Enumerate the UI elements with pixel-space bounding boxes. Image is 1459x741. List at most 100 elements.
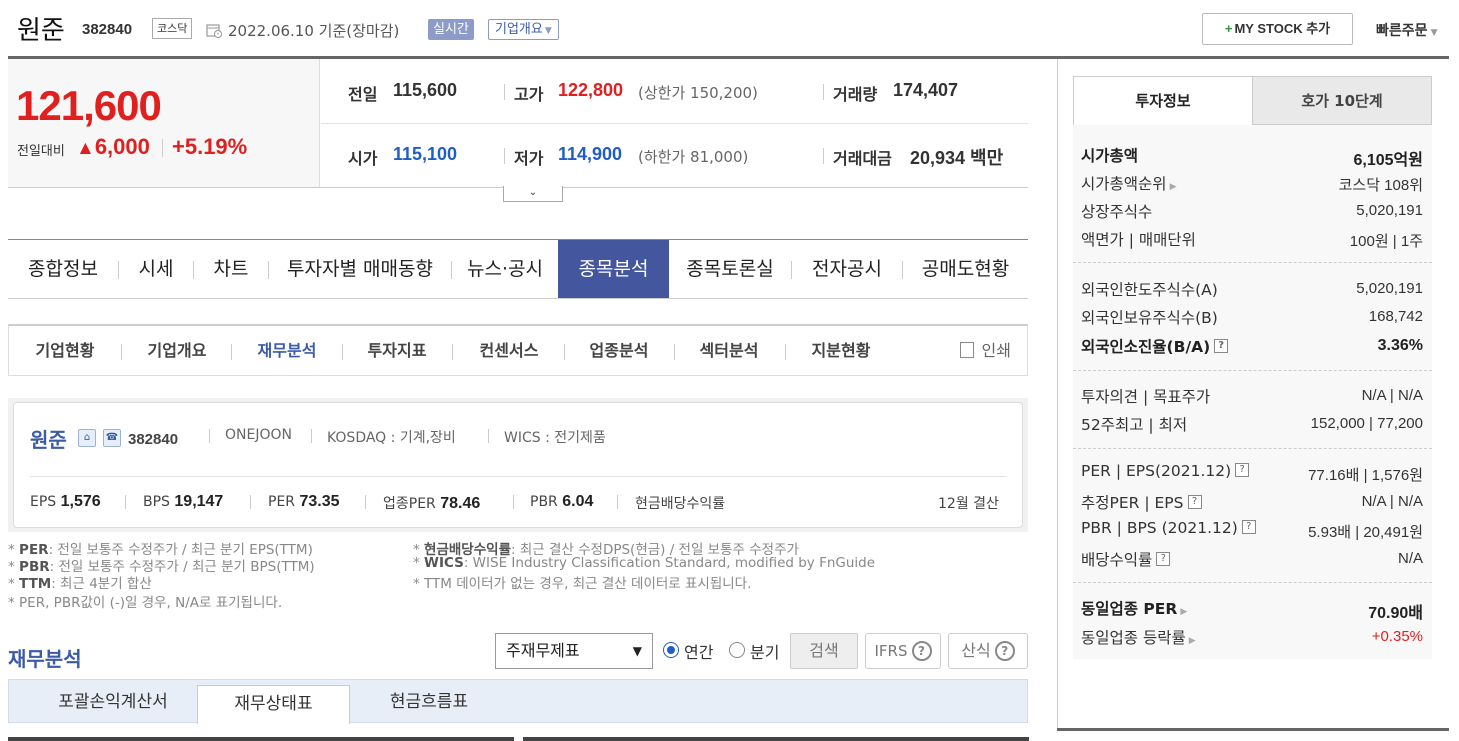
formula-help-button[interactable]: 산식?	[948, 633, 1028, 669]
note-text: : WISE Industry Classification Standard,…	[463, 555, 876, 571]
subtab-company-overview[interactable]: 기업개요	[129, 326, 225, 376]
change-rate: +5.19%	[172, 134, 248, 159]
tab-cash-flow[interactable]: 현금흐름표	[350, 680, 508, 722]
realtime-button[interactable]: 실시간	[428, 19, 474, 40]
divider	[617, 495, 618, 509]
divider	[823, 84, 824, 100]
divider	[1073, 582, 1432, 583]
upper-limit: (상한가 150,200)	[638, 84, 758, 102]
open-label: 시가	[348, 149, 378, 168]
change-value: 6,000	[94, 134, 150, 159]
info-key: 외국인보유주식수(B)	[1081, 309, 1218, 327]
company-code: 382840	[128, 431, 179, 448]
info-key: 액면가 | 매매단위	[1081, 231, 1196, 249]
subtab-shareholding[interactable]: 지분현황	[793, 326, 889, 376]
pbr-value: 6.04	[562, 493, 594, 510]
help-icon[interactable]: ?	[1214, 338, 1229, 353]
info-value: N/A | N/A	[1361, 387, 1423, 404]
subtab-investment-index[interactable]: 투자지표	[349, 326, 445, 376]
subtab-financial-analysis[interactable]: 재무분석	[239, 326, 335, 376]
divider	[1073, 262, 1432, 263]
stat-eps: EPS 1,576	[30, 493, 101, 511]
divider	[785, 344, 786, 360]
per-label: PER	[268, 494, 296, 510]
print-button[interactable]: 인쇄	[959, 326, 1011, 376]
company-industry: KOSDAQ : 기계,장비	[327, 430, 456, 446]
tab-investor-trades[interactable]: 투자자별 매매동향	[269, 240, 451, 298]
stat-dividend-yield: 현금배당수익률	[635, 496, 726, 512]
industry-per-label: 업종PER	[383, 496, 436, 512]
tab-order-book[interactable]: 호가 10단계	[1252, 76, 1432, 125]
tab-quotes[interactable]: 시세	[119, 240, 193, 298]
tab-disclosure[interactable]: 전자공시	[792, 240, 902, 298]
info-opinion-target: 투자의견 | 목표주가 N/A | N/A	[1081, 385, 1423, 411]
change-label: 전일대비	[17, 144, 65, 159]
tab-short-selling[interactable]: 공매도현황	[903, 240, 1028, 298]
info-industry-change[interactable]: 동일업종 등락률 ▶ +0.35%	[1081, 626, 1423, 652]
help-icon[interactable]: ?	[1235, 462, 1250, 477]
divider	[504, 148, 505, 164]
info-key: 동일업종 등락률	[1081, 629, 1186, 647]
note-text: : 최근 4분기 합산	[51, 576, 152, 592]
triangle-right-icon: ▶	[1169, 182, 1177, 192]
help-icon[interactable]: ?	[1241, 519, 1256, 534]
info-value: N/A	[1397, 550, 1423, 567]
radio-quarterly[interactable]	[729, 642, 745, 658]
high-value: 122,800	[558, 80, 624, 100]
phone-icon[interactable]: ☎	[103, 429, 121, 447]
tab-stock-analysis[interactable]: 종목분석	[558, 240, 669, 298]
info-key: 외국인한도주식수(A)	[1081, 281, 1218, 299]
quick-order-label: 빠른주문	[1376, 23, 1428, 39]
tab-balance-sheet[interactable]: 재무상태표	[197, 685, 350, 724]
ifrs-help-button[interactable]: IFRS?	[865, 633, 941, 669]
tab-overall-info[interactable]: 종합정보	[8, 240, 118, 298]
volume-label: 거래량	[833, 85, 878, 104]
up-arrow-icon: ▲	[76, 138, 95, 159]
info-value: 152,000 | 77,200	[1310, 415, 1423, 432]
triangle-right-icon: ▶	[1188, 636, 1196, 646]
home-icon[interactable]: ⌂	[78, 429, 96, 447]
info-value: N/A | N/A	[1361, 493, 1423, 510]
expand-chevron-icon[interactable]: ⌄	[503, 186, 563, 202]
add-mystock-button[interactable]: + MY STOCK 추가	[1202, 13, 1353, 45]
tab-chart[interactable]: 차트	[194, 240, 268, 298]
info-value: 70.90배	[1368, 605, 1423, 622]
ifrs-label: IFRS	[874, 642, 908, 660]
chevron-down-icon: ▼	[1427, 28, 1438, 38]
help-icon[interactable]: ?	[1156, 551, 1171, 566]
info-industry-per[interactable]: 동일업종 PER ▶ 70.90배	[1081, 597, 1423, 623]
subtab-industry-analysis[interactable]: 업종분석	[571, 326, 667, 376]
prev-close-label: 전일	[348, 85, 378, 104]
tab-income-statement[interactable]: 포괄손익계산서	[29, 680, 197, 722]
note-key: WICS	[424, 555, 464, 571]
info-key: 시가총액순위	[1081, 175, 1167, 193]
subtab-company-status[interactable]: 기업현황	[17, 326, 113, 376]
stat-pbr: PBR 6.04	[530, 493, 593, 511]
note-negative: * PER, PBR값이 (-)일 경우, N/A로 표기됩니다.	[8, 595, 283, 611]
statement-type-select[interactable]: 주재무제표 ▼	[495, 633, 653, 669]
chevron-down-icon: ▼	[632, 644, 642, 658]
quick-order-button[interactable]: 빠른주문 ▼	[1376, 20, 1438, 40]
subtab-sector-analysis[interactable]: 섹터분석	[681, 326, 777, 376]
info-value: 100원 | 1주	[1349, 233, 1423, 250]
base-date: 2022.06.10 기준(장마감)	[228, 22, 400, 40]
tab-news[interactable]: 뉴스·공시	[452, 240, 558, 298]
divider	[342, 344, 343, 360]
help-icon: ?	[994, 640, 1015, 661]
trade-amount-label: 거래대금	[833, 149, 892, 168]
help-icon[interactable]: ?	[1187, 494, 1202, 509]
stat-industry-per: 업종PER 78.46	[383, 493, 480, 513]
tab-investment-info[interactable]: 투자정보	[1073, 76, 1253, 125]
radio-annual[interactable]	[663, 642, 679, 658]
search-button[interactable]: 검색	[790, 633, 858, 669]
stat-bps: BPS 19,147	[143, 493, 223, 511]
tab-discussion[interactable]: 종목토론실	[669, 240, 791, 298]
divider	[674, 344, 675, 360]
formula-label: 산식	[961, 641, 991, 660]
divider	[452, 344, 453, 360]
company-overview-dropdown[interactable]: 기업개요 ▼	[488, 19, 559, 40]
price-change: ▲6,000	[76, 134, 150, 160]
info-market-cap-rank[interactable]: 시가총액순위 ▶ 코스닥 108위	[1081, 172, 1423, 198]
subtab-consensus[interactable]: 컨센서스	[459, 326, 559, 376]
info-foreign-holding: 외국인보유주식수(B) 168,742	[1081, 306, 1423, 332]
